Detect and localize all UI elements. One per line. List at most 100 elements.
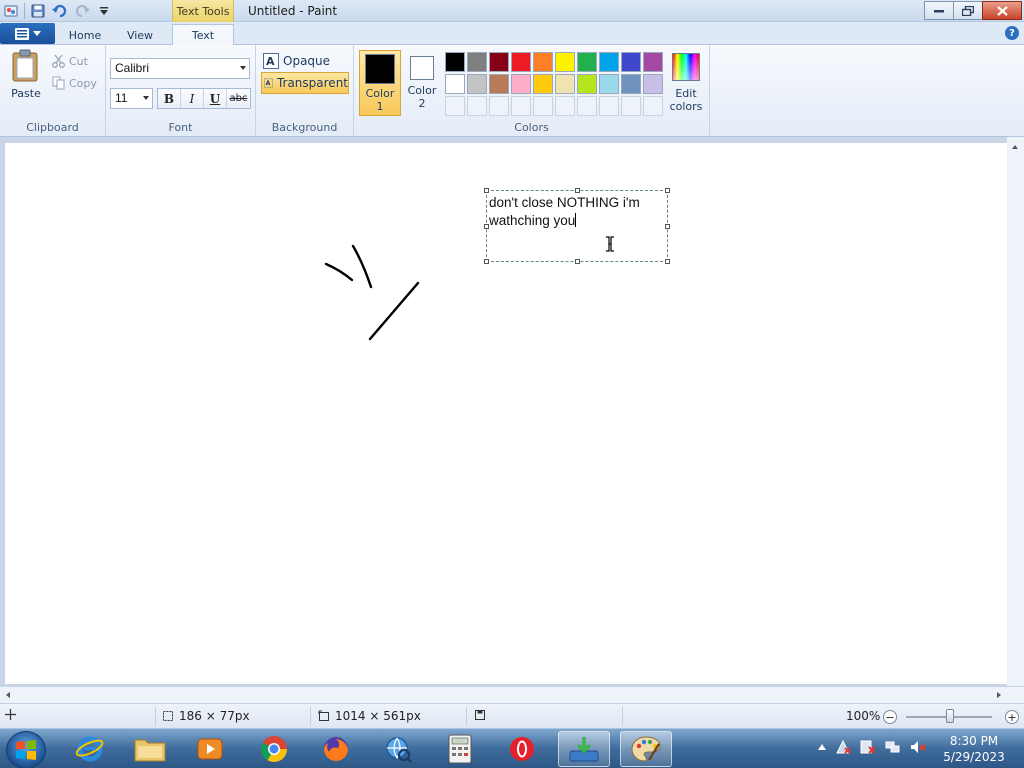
drawing-canvas[interactable]: don't close NOTHING i'm wathching you [5,143,1007,684]
resize-handle[interactable] [484,259,489,264]
resize-handle[interactable] [575,188,580,193]
palette-color-swatch[interactable] [555,52,575,72]
zoom-level: 100% [846,709,881,723]
download-window-button[interactable] [558,731,610,767]
custom-color-slot[interactable] [445,96,465,116]
strikethrough-button[interactable]: abc [227,89,250,108]
custom-color-slot[interactable] [643,96,663,116]
internet-explorer-icon [75,736,104,762]
resize-handle[interactable] [484,188,489,193]
tab-view[interactable]: View [118,25,162,45]
italic-button[interactable]: I [181,89,204,108]
resize-handle[interactable] [665,224,670,229]
paint-menu-button[interactable] [0,23,55,44]
close-button[interactable] [982,1,1022,20]
internet-explorer-button[interactable] [64,731,116,767]
custom-color-slot[interactable] [599,96,619,116]
palette-color-swatch[interactable] [445,52,465,72]
chrome-button[interactable] [248,731,300,767]
palette-color-swatch[interactable] [599,74,619,94]
palette-color-swatch[interactable] [511,52,531,72]
palette-color-swatch[interactable] [599,52,619,72]
zoom-slider-thumb[interactable] [946,709,954,723]
font-family-select[interactable]: Calibri [110,58,250,79]
tab-text[interactable]: Text [172,24,234,46]
text-box-content[interactable]: don't close NOTHING i'm wathching you [489,194,665,230]
volume-muted-icon[interactable] [910,739,926,755]
minimize-button[interactable] [924,1,954,20]
palette-color-swatch[interactable] [621,74,641,94]
scroll-left-icon[interactable] [6,692,10,698]
palette-color-swatch[interactable] [489,52,509,72]
undo-icon[interactable] [51,2,69,20]
color2-number: 2 [418,97,426,110]
color2-button[interactable]: Color 2 [401,50,443,116]
opaque-button[interactable]: A Opaque [261,50,349,72]
status-bar: 186 × 77px 1014 × 561px 100% − + [0,703,1024,728]
status-separator [310,707,311,726]
copy-button[interactable]: Copy [52,76,97,90]
scroll-up-icon[interactable] [1012,145,1018,149]
save-icon[interactable] [29,2,47,20]
scroll-right-icon[interactable] [997,692,1001,698]
custom-color-slot[interactable] [577,96,597,116]
font-size-select[interactable]: 11 [110,88,153,109]
color1-button[interactable]: Color 1 [359,50,401,116]
vertical-scrollbar[interactable] [1007,137,1024,686]
palette-color-swatch[interactable] [445,74,465,94]
custom-color-slot[interactable] [467,96,487,116]
file-explorer-button[interactable] [124,731,176,767]
taskbar-clock[interactable]: 8:30 PM 5/29/2023 [936,733,1012,765]
network-icon[interactable] [885,739,901,755]
paste-button[interactable]: Paste [6,49,46,109]
action-center-icon[interactable] [835,739,851,755]
paint-app-icon[interactable] [2,2,20,20]
security-alert-icon[interactable] [860,739,876,755]
transparent-button[interactable]: A Transparent [261,72,349,94]
media-player-button[interactable] [184,731,236,767]
palette-color-swatch[interactable] [577,52,597,72]
paint-taskbar-button[interactable] [620,731,672,767]
bold-button[interactable]: B [158,89,181,108]
opera-button[interactable] [496,731,548,767]
palette-color-swatch[interactable] [643,74,663,94]
show-hidden-icons-icon[interactable] [818,744,826,750]
horizontal-scrollbar[interactable] [0,686,1024,703]
palette-color-swatch[interactable] [511,74,531,94]
restore-button[interactable] [953,1,983,20]
palette-color-swatch[interactable] [555,74,575,94]
firefox-button[interactable] [310,731,362,767]
zoom-out-button[interactable]: − [883,710,897,724]
calculator-button[interactable] [434,731,486,767]
edit-colors-button[interactable]: Edit colors [667,50,705,113]
tab-home[interactable]: Home [62,25,108,45]
opera-icon [510,737,534,761]
custom-color-slot[interactable] [511,96,531,116]
palette-color-swatch[interactable] [467,52,487,72]
text-box[interactable]: don't close NOTHING i'm wathching you [484,188,670,264]
palette-color-swatch[interactable] [533,52,553,72]
window-controls [924,1,1022,20]
palette-color-swatch[interactable] [577,74,597,94]
palette-color-swatch[interactable] [489,74,509,94]
palette-color-swatch[interactable] [643,52,663,72]
help-icon[interactable]: ? [1005,26,1019,40]
custom-color-slot[interactable] [621,96,641,116]
underline-button[interactable]: U [204,89,227,108]
custom-color-slot[interactable] [555,96,575,116]
resize-handle[interactable] [575,259,580,264]
resize-handle[interactable] [665,188,670,193]
start-button[interactable] [6,731,46,768]
custom-color-slot[interactable] [489,96,509,116]
cut-button[interactable]: Cut [52,54,88,68]
palette-color-swatch[interactable] [467,74,487,94]
custom-color-slot[interactable] [533,96,553,116]
customize-qat-icon[interactable] [95,2,113,20]
redo-icon[interactable] [73,2,91,20]
clipboard-group-label: Clipboard [26,121,79,134]
resize-handle[interactable] [665,259,670,264]
palette-color-swatch[interactable] [533,74,553,94]
network-search-button[interactable] [372,731,424,767]
palette-color-swatch[interactable] [621,52,641,72]
zoom-in-button[interactable]: + [1005,710,1019,724]
